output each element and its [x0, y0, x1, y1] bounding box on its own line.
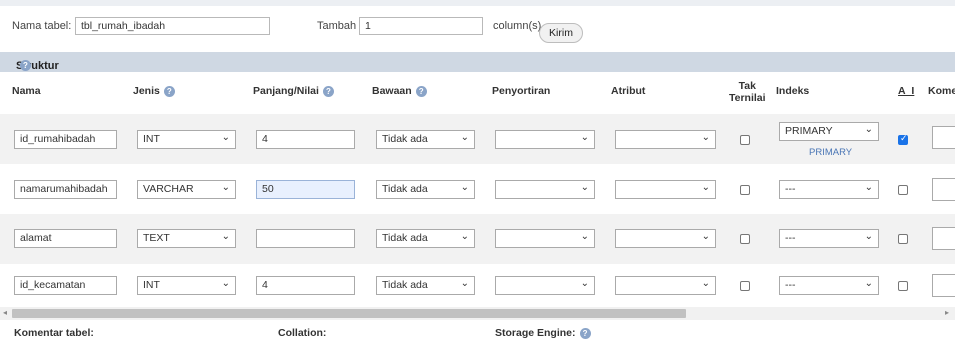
- null-checkbox[interactable]: [740, 185, 750, 195]
- chevron-down-icon: ⌄: [701, 278, 710, 289]
- chevron-down-icon: ⌄: [580, 231, 589, 242]
- help-icon[interactable]: ?: [579, 327, 591, 339]
- scrollbar-thumb[interactable]: [12, 309, 686, 318]
- chevron-down-icon: ⌄: [864, 182, 873, 193]
- storage-engine-label: Storage Engine:?: [495, 327, 591, 339]
- add-label: Tambah: [317, 20, 357, 32]
- collation-select[interactable]: ⌄: [495, 229, 595, 248]
- help-icon[interactable]: ?: [163, 85, 175, 97]
- chevron-down-icon: ⌄: [460, 132, 469, 143]
- table-comment-label: Komentar tabel:: [14, 327, 94, 339]
- chevron-down-icon: ⌄: [580, 278, 589, 289]
- table-name-input[interactable]: tbl_rumah_ibadah: [75, 17, 270, 35]
- type-select[interactable]: INT ⌄: [137, 276, 236, 295]
- attribute-select[interactable]: ⌄: [615, 276, 716, 295]
- default-select[interactable]: Tidak ada ⌄: [376, 130, 475, 149]
- default-select[interactable]: Tidak ada ⌄: [376, 229, 475, 248]
- default-select[interactable]: Tidak ada ⌄: [376, 180, 475, 199]
- index-select[interactable]: --- ⌄: [779, 180, 879, 199]
- chevron-down-icon: ⌄: [221, 182, 230, 193]
- header-index: Indeks: [776, 85, 810, 97]
- table-options-bar: Nama tabel: tbl_rumah_ibadah Tambah 1 co…: [0, 6, 955, 52]
- table-row: id_rumahibadah INT ⌄ 4 Tidak ada ⌄ ⌄ ⌄ PRI…: [0, 114, 955, 164]
- index-select[interactable]: --- ⌄: [779, 229, 879, 248]
- header-type: Jenis?: [133, 85, 175, 97]
- type-select[interactable]: INT ⌄: [137, 130, 236, 149]
- comment-input[interactable]: [932, 126, 955, 149]
- column-headers: Nama Jenis? Panjang/Nilai? Bawaan? Penyo…: [0, 72, 955, 114]
- header-ai: A_I: [898, 85, 915, 97]
- scroll-left-icon[interactable]: ◂: [3, 308, 7, 317]
- comment-input[interactable]: [932, 274, 955, 297]
- column-name-input[interactable]: id_kecamatan: [14, 276, 117, 295]
- null-checkbox[interactable]: [740, 135, 750, 145]
- length-input[interactable]: 4: [256, 130, 355, 149]
- null-checkbox[interactable]: [740, 281, 750, 291]
- chevron-down-icon: ⌄: [864, 278, 873, 289]
- chevron-down-icon: ⌄: [580, 132, 589, 143]
- index-select[interactable]: PRIMARY ⌄: [779, 122, 879, 141]
- comment-input[interactable]: [932, 227, 955, 250]
- table-row: namarumahibadah VARCHAR ⌄ 50 Tidak ada ⌄ ⌄…: [0, 164, 955, 214]
- header-collation: Penyortiran: [492, 85, 551, 97]
- type-select[interactable]: TEXT ⌄: [137, 229, 236, 248]
- help-icon[interactable]: ?: [415, 85, 427, 97]
- type-select[interactable]: VARCHAR ⌄: [137, 180, 236, 199]
- table-row: alamat TEXT ⌄ Tidak ada ⌄ ⌄ ⌄ --- ⌄: [0, 214, 955, 264]
- add-columns-input[interactable]: 1: [359, 17, 483, 35]
- attribute-select[interactable]: ⌄: [615, 229, 716, 248]
- chevron-down-icon: ⌄: [460, 182, 469, 193]
- header-attribute: Atribut: [611, 85, 646, 97]
- chevron-down-icon: ⌄: [580, 182, 589, 193]
- table-name-label: Nama tabel:: [12, 20, 72, 32]
- chevron-down-icon: ⌄: [701, 182, 710, 193]
- chevron-down-icon: ⌄: [701, 231, 710, 242]
- column-name-input[interactable]: id_rumahibadah: [14, 130, 117, 149]
- header-default: Bawaan?: [372, 85, 427, 97]
- chevron-down-icon: ⌄: [221, 278, 230, 289]
- attribute-select[interactable]: ⌄: [615, 180, 716, 199]
- comment-input[interactable]: [932, 178, 955, 201]
- columns-label: column(s): [493, 20, 542, 32]
- submit-button[interactable]: Kirim: [539, 23, 583, 43]
- chevron-down-icon: ⌄: [460, 278, 469, 289]
- auto-increment-checkbox[interactable]: [898, 185, 908, 195]
- default-select[interactable]: Tidak ada ⌄: [376, 276, 475, 295]
- collation-label: Collation:: [278, 327, 327, 339]
- chevron-down-icon: ⌄: [221, 132, 230, 143]
- header-null: Tak Ternilai: [729, 80, 766, 104]
- help-icon[interactable]: ?: [20, 60, 31, 71]
- collation-select[interactable]: ⌄: [495, 130, 595, 149]
- chevron-down-icon: ⌄: [221, 231, 230, 242]
- collation-select[interactable]: ⌄: [495, 180, 595, 199]
- column-name-input[interactable]: namarumahibadah: [14, 180, 117, 199]
- length-input[interactable]: 4: [256, 276, 355, 295]
- help-icon[interactable]: ?: [322, 85, 334, 97]
- chevron-down-icon: ⌄: [864, 231, 873, 242]
- chevron-down-icon: ⌄: [460, 231, 469, 242]
- chevron-down-icon: ⌄: [864, 124, 873, 135]
- header-length: Panjang/Nilai?: [253, 85, 334, 97]
- scroll-right-icon[interactable]: ▸: [945, 308, 949, 317]
- length-input[interactable]: 50: [256, 180, 355, 199]
- chevron-down-icon: ⌄: [701, 132, 710, 143]
- attribute-select[interactable]: ⌄: [615, 130, 716, 149]
- table-row: id_kecamatan INT ⌄ 4 Tidak ada ⌄ ⌄ ⌄ --- ⌄: [0, 264, 955, 307]
- header-name: Nama: [12, 85, 41, 97]
- auto-increment-checkbox[interactable]: [898, 281, 908, 291]
- collation-select[interactable]: ⌄: [495, 276, 595, 295]
- table-footer: Komentar tabel: Collation: Storage Engin…: [0, 320, 955, 340]
- header-comment: Komen: [928, 85, 955, 97]
- length-input[interactable]: [256, 229, 355, 248]
- index-primary-label: PRIMARY: [809, 147, 853, 158]
- horizontal-scrollbar[interactable]: ◂ ▸: [0, 307, 955, 320]
- column-name-input[interactable]: alamat: [14, 229, 117, 248]
- null-checkbox[interactable]: [740, 234, 750, 244]
- auto-increment-checkbox[interactable]: [898, 234, 908, 244]
- index-select[interactable]: --- ⌄: [779, 276, 879, 295]
- structure-section-header: Struktur?: [0, 52, 955, 72]
- auto-increment-checkbox[interactable]: [898, 133, 908, 145]
